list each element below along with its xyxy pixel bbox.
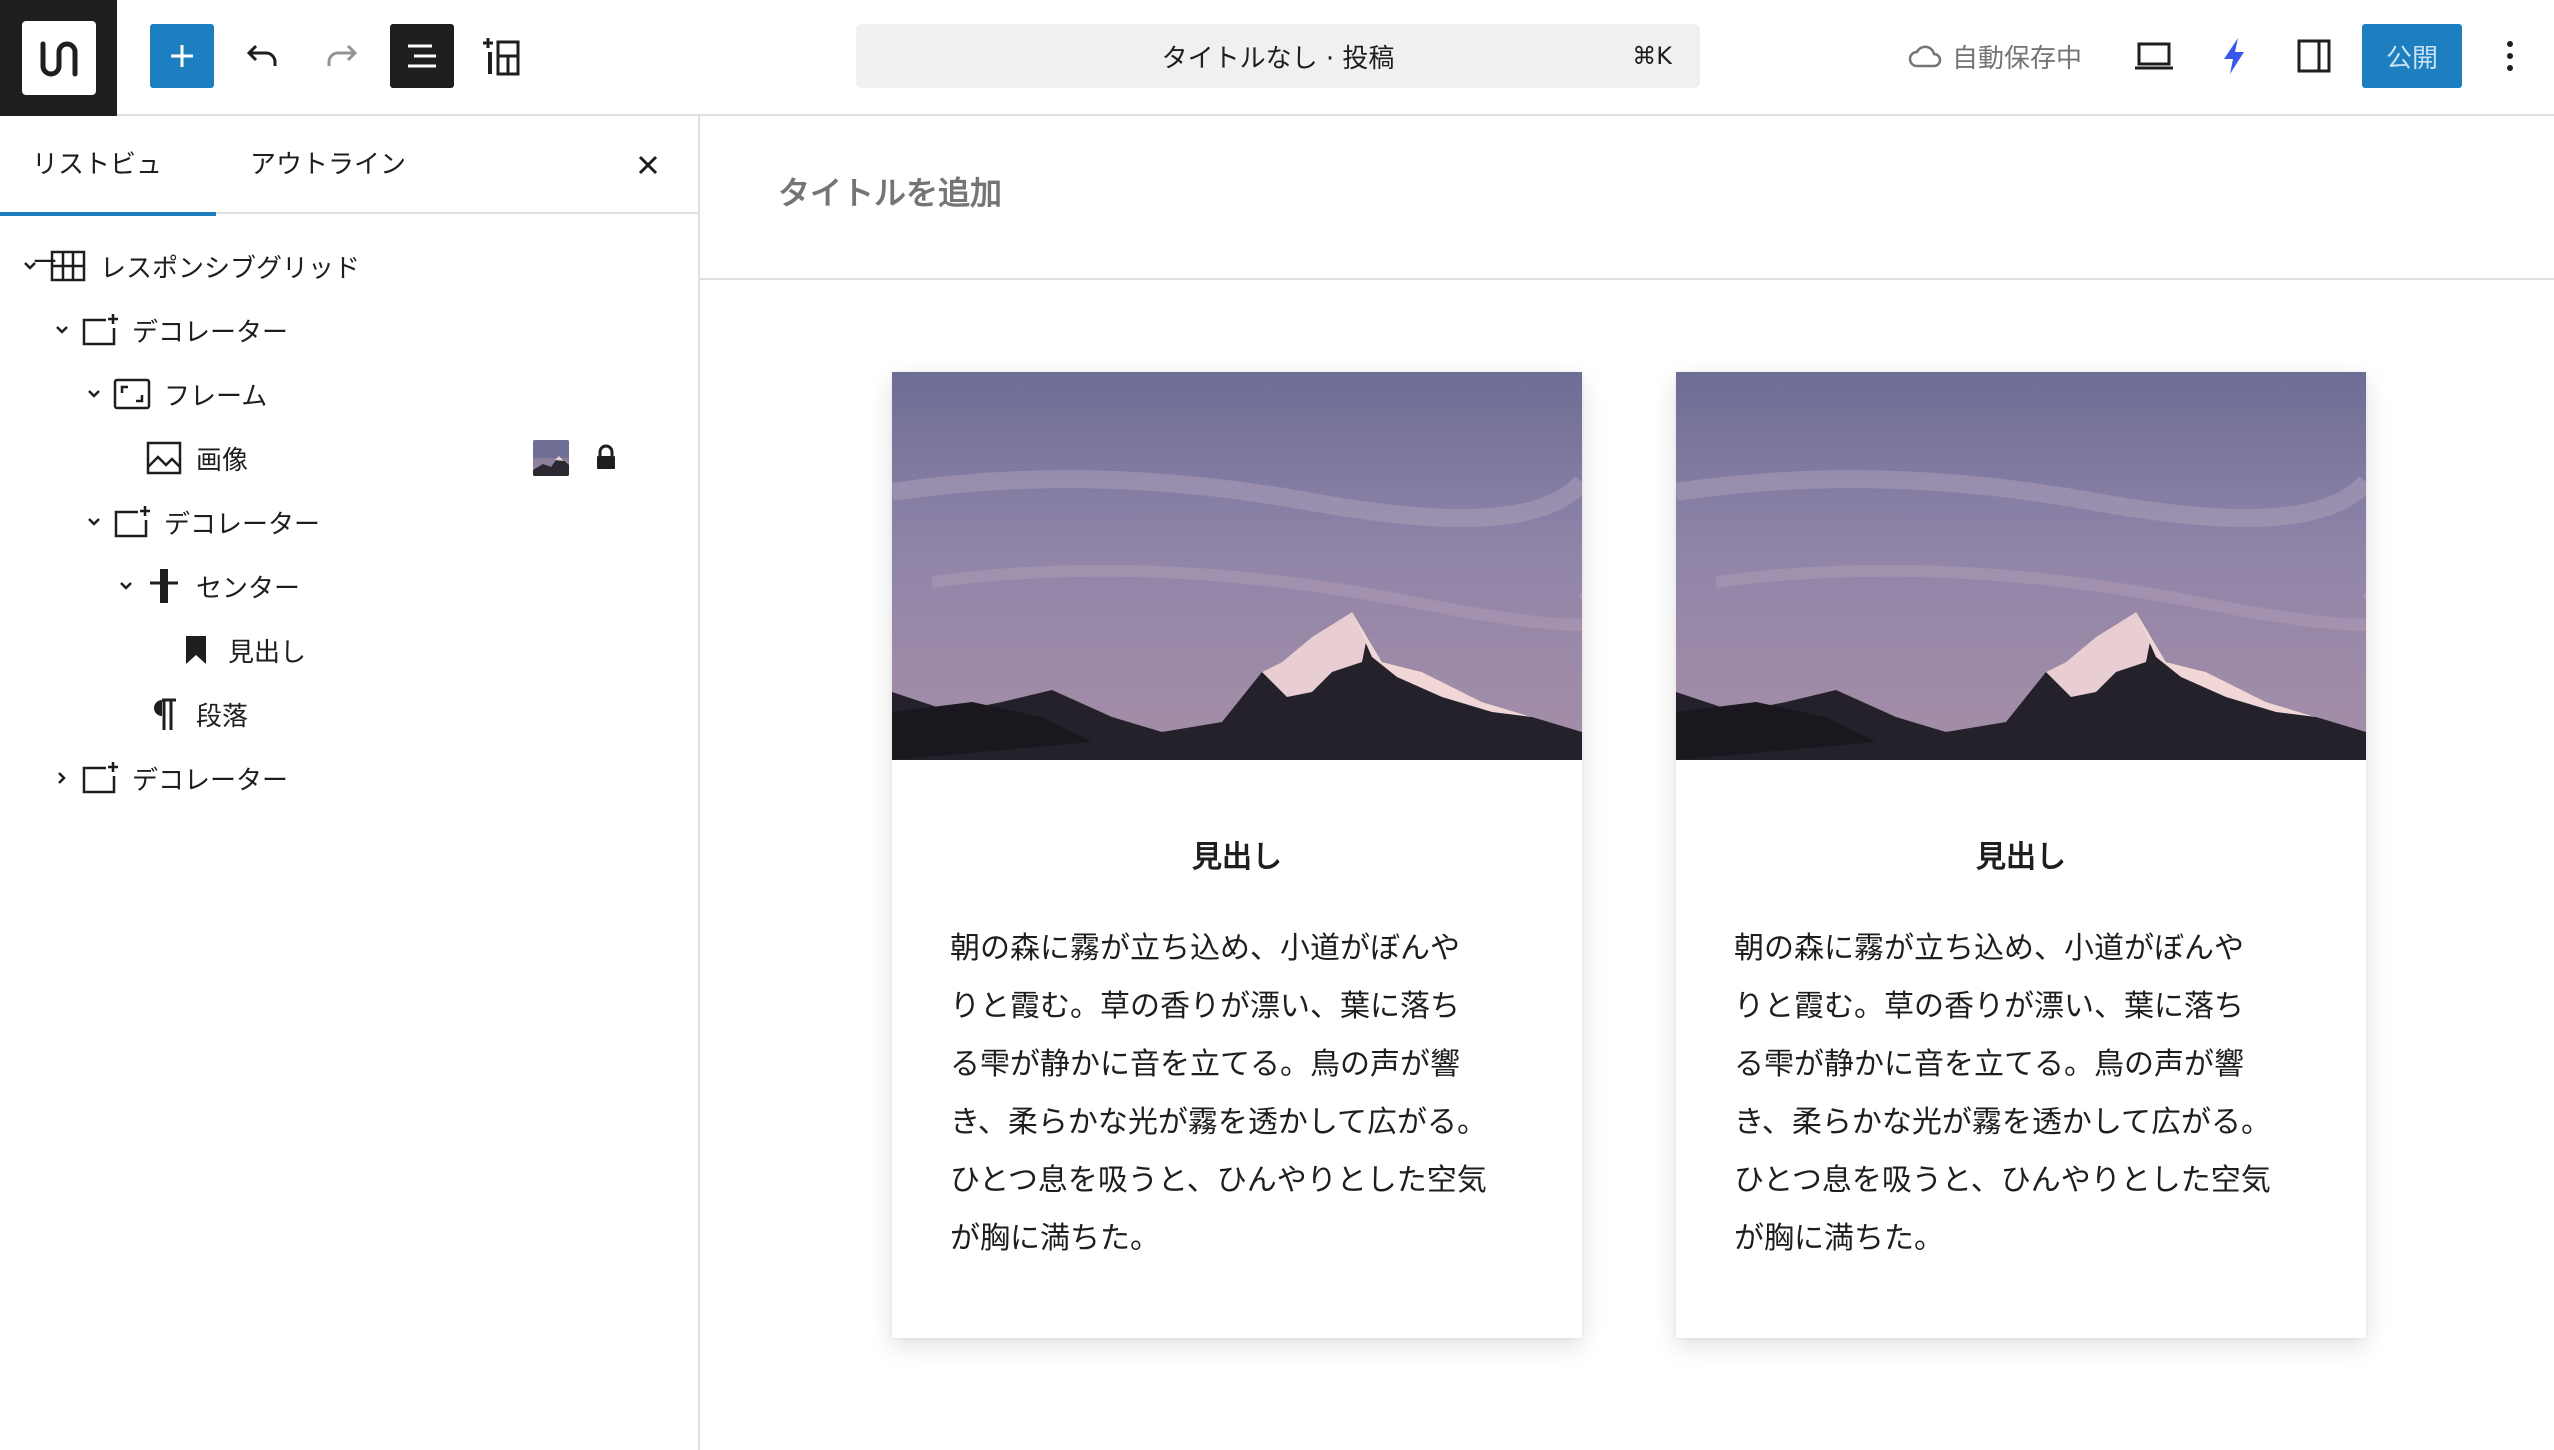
tree-item-label: フレーム — [164, 381, 268, 412]
paragraph-line: 朝の森に霧が立ち込め、小道がぼんや — [1734, 931, 2244, 966]
close-panel-button[interactable] — [628, 145, 668, 185]
panel-tabs: リストビュー アウトライン — [0, 116, 698, 278]
add-block-button[interactable] — [150, 24, 214, 88]
site-logo-button[interactable] — [0, 0, 117, 116]
grid-icon — [46, 244, 90, 288]
card-heading[interactable]: 見出し — [892, 832, 1582, 876]
post-title-area: タイトルを追加 — [700, 116, 2554, 280]
tree-item-label: デコレーター — [132, 765, 289, 796]
document-title: タイトルなし · 投稿 — [1161, 43, 1395, 74]
autosave-status: 自動保存中 — [1908, 24, 2082, 88]
keyboard-shortcut: ⌘K — [1632, 42, 1672, 70]
paragraph-line: る雫が静かに音を立てる。鳥の声が響 — [950, 1047, 1460, 1082]
undo-button[interactable] — [230, 24, 294, 88]
paragraph-line: ひとつ息を吸うと、ひんやりとした空気 — [950, 1163, 1487, 1198]
chevron-down-icon[interactable] — [14, 250, 46, 282]
chevron-down-icon[interactable] — [78, 378, 110, 410]
post-title-input[interactable]: タイトルを追加 — [778, 168, 1002, 214]
command-palette-button[interactable]: タイトルなし · 投稿 ⌘K — [856, 24, 1700, 88]
settings-sidebar-toggle-button[interactable] — [2282, 24, 2346, 88]
tree-item-heading[interactable]: 見出し — [0, 618, 698, 682]
tree-item-label: 段落 — [196, 701, 249, 732]
redo-icon — [327, 44, 358, 66]
tree-item-center[interactable]: センター — [0, 554, 698, 618]
lightning-icon — [2224, 38, 2244, 74]
tree-item-label: デコレーター — [164, 509, 321, 540]
card-image[interactable] — [892, 372, 1582, 760]
card-paragraph[interactable]: 朝の森に霧が立ち込め、小道がぼんや りと霞む。草の香りが漂い、葉に落ち る雫が静… — [950, 920, 1540, 1268]
editor-canvas: タイトルを追加 見出し 朝の森に霧が立ち込め、小道がぼんや りと霞む。草の香りが… — [700, 116, 2554, 1450]
paragraph-line: 朝の森に霧が立ち込め、小道がぼんや — [950, 931, 1460, 966]
decorator-icon — [78, 308, 122, 352]
publish-button[interactable]: 公開 — [2362, 24, 2462, 88]
card-image[interactable] — [1676, 372, 2366, 760]
close-icon — [638, 155, 658, 175]
tab-outline[interactable]: アウトライン — [218, 116, 438, 214]
paragraph-line: りと霞む。草の香りが漂い、葉に落ち — [1734, 989, 2244, 1024]
redo-button[interactable] — [310, 24, 374, 88]
options-menu-button[interactable] — [2478, 24, 2542, 88]
performance-button[interactable] — [2202, 24, 2266, 88]
patterns-icon — [483, 38, 520, 76]
list-view-toggle-button[interactable] — [390, 24, 454, 88]
editor-header: タイトルなし · 投稿 ⌘K 自動保存中 公開 — [0, 0, 2554, 116]
decorator-icon — [110, 500, 154, 544]
autosave-label: 自動保存中 — [1952, 43, 2083, 74]
tree-item-paragraph[interactable]: 段落 — [0, 682, 698, 746]
paragraph-line: き、柔らかな光が霧を透かして広がる。 — [1734, 1105, 2271, 1140]
center-icon — [142, 564, 186, 608]
tree-item-decorator[interactable]: デコレーター — [0, 490, 698, 554]
tree-item-label: レスポンシブグリッド — [100, 253, 361, 284]
cloud-icon — [1908, 45, 1942, 68]
bookmark-icon — [174, 628, 218, 672]
tree-item-label: デコレーター — [132, 317, 289, 348]
tab-list-view[interactable]: リストビュー — [0, 116, 216, 278]
tree-item-label: 見出し — [228, 637, 307, 668]
paragraph-line: き、柔らかな光が霧を透かして広がる。 — [950, 1105, 1487, 1140]
frame-icon — [110, 372, 154, 416]
tree-item-decorator[interactable]: デコレーター — [0, 298, 698, 362]
logo-icon — [21, 21, 96, 95]
image-icon — [142, 436, 186, 480]
decorator-icon — [78, 756, 122, 800]
sidebar-icon — [2297, 39, 2331, 73]
tree-item-image[interactable]: 画像 — [0, 426, 698, 490]
chevron-down-icon[interactable] — [78, 506, 110, 538]
plus-icon — [171, 45, 193, 67]
patterns-button[interactable] — [470, 24, 534, 88]
document-overview-panel: リストビュー アウトライン レスポンシブグリッド デコレーター フレーム 画像 — [0, 116, 700, 1450]
tree-item-label: 画像 — [196, 445, 249, 476]
image-thumbnail — [533, 440, 569, 476]
chevron-right-icon[interactable] — [46, 762, 78, 794]
tree-item-responsive-grid[interactable]: レスポンシブグリッド — [0, 234, 698, 298]
grid-card[interactable]: 見出し 朝の森に霧が立ち込め、小道がぼんや りと霞む。草の香りが漂い、葉に落ち … — [1676, 372, 2366, 1338]
paragraph-icon — [142, 692, 186, 736]
paragraph-line: る雫が静かに音を立てる。鳥の声が響 — [1734, 1047, 2244, 1082]
tree-item-label: センター — [196, 573, 301, 604]
block-tree: レスポンシブグリッド デコレーター フレーム 画像 デコレーター センター 見出… — [0, 234, 698, 810]
paragraph-line: ひとつ息を吸うと、ひんやりとした空気 — [1734, 1163, 2271, 1198]
list-view-icon — [408, 44, 436, 68]
tree-item-decorator[interactable]: デコレーター — [0, 746, 698, 810]
paragraph-line: が胸に満ちた。 — [950, 1221, 1160, 1256]
chevron-down-icon[interactable] — [110, 570, 142, 602]
paragraph-line: が胸に満ちた。 — [1734, 1221, 1944, 1256]
chevron-down-icon[interactable] — [46, 314, 78, 346]
card-heading[interactable]: 見出し — [1676, 832, 2366, 876]
card-paragraph[interactable]: 朝の森に霧が立ち込め、小道がぼんや りと霞む。草の香りが漂い、葉に落ち る雫が静… — [1734, 920, 2324, 1268]
tree-item-frame[interactable]: フレーム — [0, 362, 698, 426]
lock-icon — [594, 444, 618, 472]
desktop-icon — [2135, 42, 2173, 70]
undo-icon — [246, 44, 277, 66]
more-vertical-icon — [2507, 41, 2513, 71]
grid-card[interactable]: 見出し 朝の森に霧が立ち込め、小道がぼんや りと霞む。草の香りが漂い、葉に落ち … — [892, 372, 1582, 1338]
paragraph-line: りと霞む。草の香りが漂い、葉に落ち — [950, 989, 1460, 1024]
device-preview-button[interactable] — [2122, 24, 2186, 88]
